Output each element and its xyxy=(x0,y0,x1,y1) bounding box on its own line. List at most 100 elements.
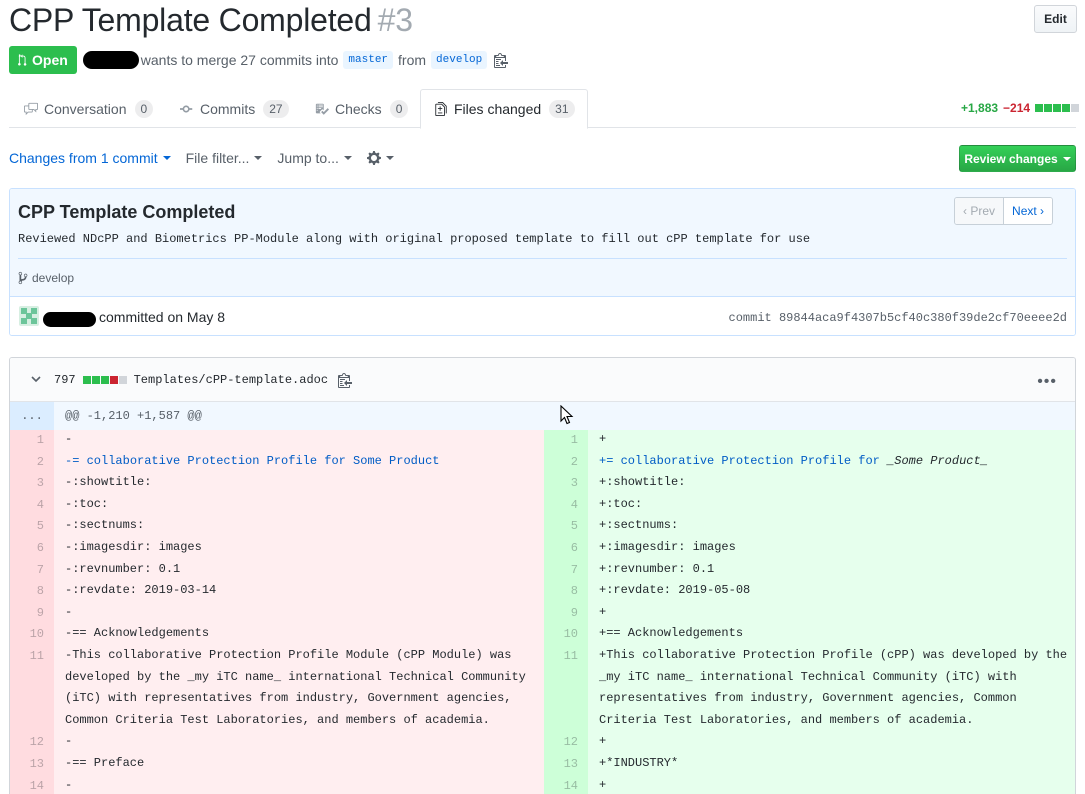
expand-hunk-button[interactable]: ... xyxy=(10,402,54,430)
review-changes-button[interactable]: Review changes xyxy=(959,145,1076,172)
tab-commits-count: 27 xyxy=(263,99,289,118)
head-branch[interactable]: develop xyxy=(431,51,488,69)
diff-settings-dropdown[interactable] xyxy=(366,150,394,166)
code-line: Common Criteria Test Laboratories, and m… xyxy=(65,712,490,727)
next-button[interactable]: Next › xyxy=(1004,198,1053,224)
tab-files-changed[interactable]: Files changed 31 xyxy=(420,89,588,129)
commit-branch[interactable]: develop xyxy=(18,271,74,285)
status-badge: Open xyxy=(9,46,77,74)
clipboard-icon[interactable] xyxy=(338,372,353,388)
hunk-header: ... @@ -1,210 +1,587 @@ xyxy=(10,402,1075,430)
code-line: - xyxy=(65,777,73,792)
chevron-down-icon[interactable] xyxy=(30,373,42,385)
tab-commits[interactable]: Commits 27 xyxy=(179,89,289,128)
chevron-down-icon xyxy=(162,156,171,160)
line-number[interactable]: 4 xyxy=(10,498,54,512)
commit-description: Reviewed NDcPP and Biometrics PP-Module … xyxy=(18,232,811,246)
gear-icon xyxy=(366,151,381,165)
hunk-range: @@ -1,210 +1,587 @@ xyxy=(65,409,202,423)
page-title: CPP Template Completed #3 xyxy=(9,2,413,39)
line-number[interactable]: 10 xyxy=(10,627,54,641)
merge-icon xyxy=(18,54,27,66)
line-number[interactable]: 4 xyxy=(544,498,588,512)
code-line: -== Acknowledgements xyxy=(65,626,210,641)
tab-conversation[interactable]: Conversation 0 xyxy=(23,89,154,128)
code-line: - xyxy=(65,734,73,749)
next-label: Next xyxy=(1012,204,1037,218)
commit-sha[interactable]: commit 89844aca9f4307b5cf40c380f39de2cf7… xyxy=(729,311,1067,325)
code-line: +:sectnums: xyxy=(599,518,679,533)
code-line: -:revdate: 2019-03-14 xyxy=(65,583,217,598)
comment-icon xyxy=(24,102,38,115)
line-number[interactable]: 2 xyxy=(10,455,54,469)
code-line: -== Preface xyxy=(65,756,145,770)
line-number[interactable]: 6 xyxy=(10,541,54,555)
author-avatar-redacted[interactable] xyxy=(82,51,139,69)
commit-header: CPP Template Completed Reviewed NDcPP an… xyxy=(10,189,1075,296)
chevron-down-icon xyxy=(254,156,263,160)
code-line: - xyxy=(65,604,73,619)
code-line: +:imagesdir: images xyxy=(599,540,736,554)
line-number[interactable]: 5 xyxy=(10,519,54,533)
code-line: - xyxy=(65,432,73,446)
line-number[interactable]: 6 xyxy=(544,541,588,555)
line-number[interactable]: 14 xyxy=(10,779,54,793)
changes-from-dropdown[interactable]: Changes from 1 commit xyxy=(9,150,171,166)
commit-title: CPP Template Completed xyxy=(18,202,236,222)
prev-button[interactable]: ‹ Prev xyxy=(955,198,1005,224)
line-number[interactable]: 3 xyxy=(544,476,588,490)
tab-conversation-label: Conversation xyxy=(44,100,127,117)
line-number[interactable]: 12 xyxy=(544,735,588,749)
line-number[interactable]: 9 xyxy=(10,606,54,620)
code-line: representatives from industry, Governmen… xyxy=(599,691,1017,706)
line-number[interactable]: 11 xyxy=(544,649,588,663)
line-number[interactable]: 13 xyxy=(544,757,588,771)
branch-icon xyxy=(18,271,28,285)
jump-to-label: Jump to... xyxy=(277,150,339,166)
clipboard-icon[interactable] xyxy=(494,52,509,68)
code-line: + xyxy=(599,734,607,749)
pr-number: #3 xyxy=(377,2,413,38)
code-line: +:toc: xyxy=(599,496,643,511)
file-path[interactable]: Templates/cPP-template.adoc xyxy=(134,373,328,387)
line-number[interactable]: 8 xyxy=(544,584,588,598)
code-line: (iTC) with representatives from industry… xyxy=(65,691,512,706)
from-text: from xyxy=(398,52,427,68)
line-number[interactable]: 8 xyxy=(10,584,54,598)
file-filter-dropdown[interactable]: File filter... xyxy=(186,150,263,166)
pr-tabs: Conversation 0 Commits 27 Checks 0 Files ch… xyxy=(9,89,1076,129)
tab-checks[interactable]: Checks 0 xyxy=(314,89,409,128)
line-number[interactable]: 13 xyxy=(10,757,54,771)
diff-right-pane: 1 +2 += collaborative Protection Profile f… xyxy=(544,430,1075,794)
author-name-redacted[interactable] xyxy=(43,312,96,327)
status-label: Open xyxy=(32,52,68,68)
edit-button[interactable]: Edit xyxy=(1034,5,1077,33)
kebab-icon[interactable]: ••• xyxy=(1037,373,1057,391)
tab-checks-label: Checks xyxy=(335,100,382,117)
changes-from-label: Changes from xyxy=(9,150,97,166)
commit-icon xyxy=(180,105,193,112)
line-number[interactable]: 5 xyxy=(544,519,588,533)
line-number[interactable]: 1 xyxy=(544,433,588,447)
code-line: + xyxy=(599,432,607,446)
file-stats: 797 Templates/cPP-template.adoc xyxy=(54,372,353,388)
line-number[interactable]: 12 xyxy=(10,735,54,749)
file-changes-count: 797 xyxy=(54,373,76,387)
code-line: -= collaborative Protection Profile for … xyxy=(65,453,440,468)
line-number[interactable]: 1 xyxy=(10,433,54,447)
line-number[interactable]: 7 xyxy=(10,563,54,577)
line-number[interactable]: 10 xyxy=(544,627,588,641)
line-number[interactable]: 11 xyxy=(10,649,54,663)
diffstat-bar xyxy=(1034,104,1080,112)
jump-to-dropdown[interactable]: Jump to... xyxy=(277,150,352,166)
file-diff: 797 Templates/cPP-template.adoc ••• ... … xyxy=(9,357,1076,794)
line-number[interactable]: 7 xyxy=(544,563,588,577)
line-number[interactable]: 2 xyxy=(544,455,588,469)
base-branch[interactable]: master xyxy=(343,51,394,69)
line-number[interactable]: 9 xyxy=(544,606,588,620)
line-number[interactable]: 14 xyxy=(544,779,588,793)
code-line: + xyxy=(599,604,607,619)
line-number[interactable]: 3 xyxy=(10,476,54,490)
avatar[interactable] xyxy=(19,306,39,326)
pr-title-text: CPP Template Completed xyxy=(9,2,372,38)
